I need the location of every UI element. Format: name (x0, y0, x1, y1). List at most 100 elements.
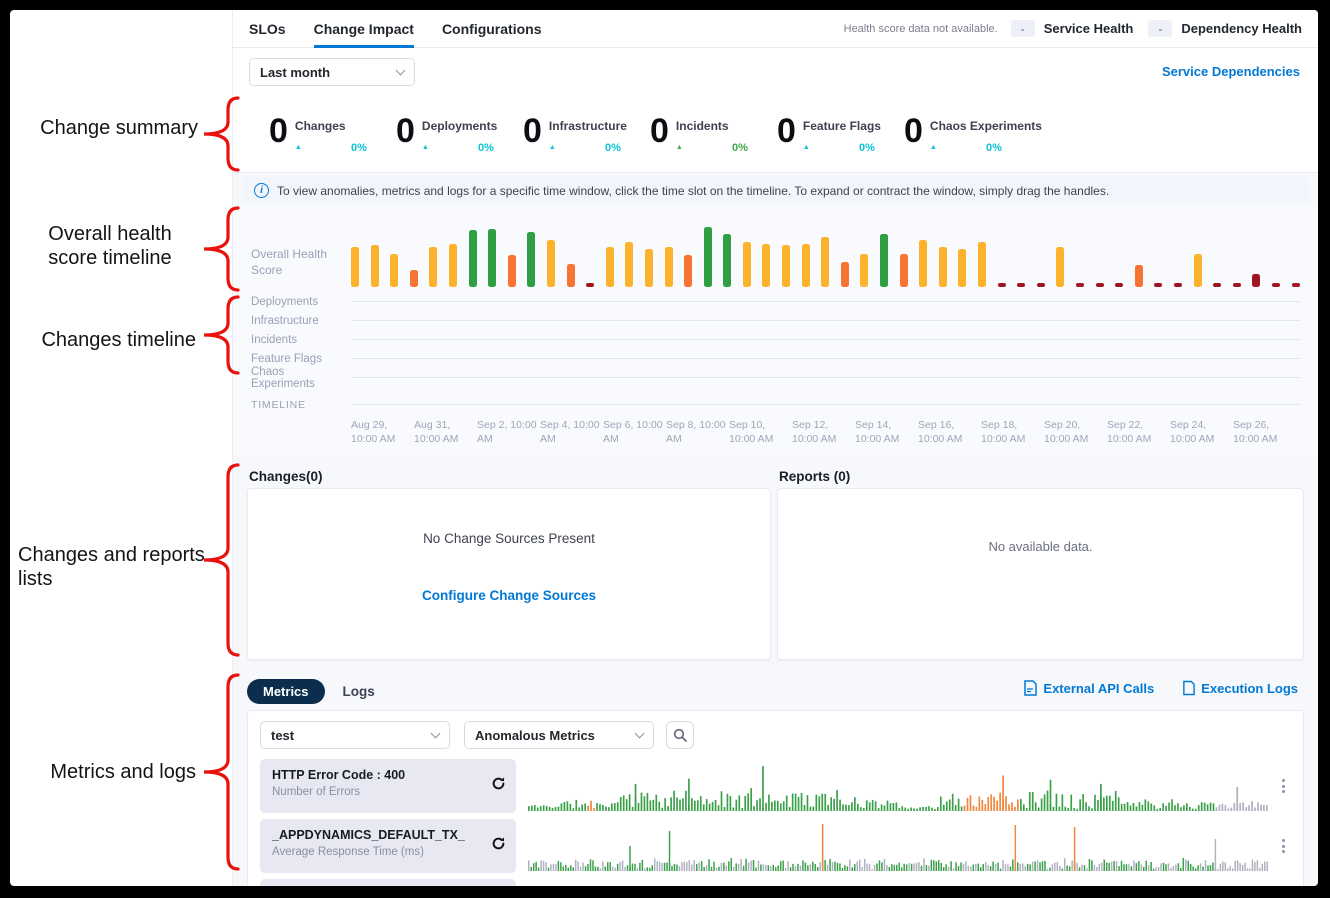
timeline-row-feature-flags[interactable]: Feature Flags (233, 349, 1318, 368)
health-score-bar[interactable] (958, 249, 966, 287)
info-icon: i (254, 183, 269, 198)
timeline-date-label: Sep 26, 10:00 AM (1233, 418, 1296, 446)
health-score-bar[interactable] (762, 244, 770, 287)
tab-configurations[interactable]: Configurations (442, 10, 542, 48)
health-score-bar[interactable] (1174, 283, 1182, 287)
tab-change-impact[interactable]: Change Impact (314, 10, 414, 48)
timeline-date-label: Aug 31, 10:00 AM (414, 418, 477, 446)
health-score-bar[interactable] (586, 283, 594, 287)
timeline-row-infrastructure[interactable]: Infrastructure (233, 311, 1318, 330)
row-track (351, 320, 1300, 321)
health-score-bar[interactable] (939, 247, 947, 287)
timeline-date-label: Sep 22, 10:00 AM (1107, 418, 1170, 446)
health-score-bar[interactable] (527, 232, 535, 287)
health-score-bar[interactable] (1037, 283, 1045, 287)
metric-tile[interactable]: _APPDYNAMICS_DEFAULT_TX_ Average Respons… (260, 819, 516, 873)
tab-metrics[interactable]: Metrics (247, 679, 325, 704)
health-score-bar[interactable] (802, 244, 810, 287)
health-score-bar[interactable] (978, 242, 986, 287)
summary-item-feature-flags: 0 Feature Flags ▲0% (777, 114, 904, 154)
health-score-bar[interactable] (900, 254, 908, 287)
configure-change-sources-link[interactable]: Configure Change Sources (422, 588, 596, 603)
health-score-bar[interactable] (1154, 283, 1162, 287)
search-button[interactable] (666, 721, 694, 749)
service-select[interactable]: test (260, 721, 450, 749)
health-score-bar[interactable] (1135, 265, 1143, 287)
row-menu-button[interactable] (1269, 819, 1297, 873)
health-score-bar[interactable] (665, 247, 673, 287)
health-score-bar[interactable] (606, 247, 614, 287)
summary-label: Infrastructure (549, 119, 627, 133)
health-score-bar[interactable] (782, 245, 790, 287)
health-score-bar[interactable] (410, 270, 418, 287)
health-score-bar[interactable] (488, 229, 496, 287)
change-summary-strip: 0 Changes ▲0% 0 Deployments ▲0% 0 Infras… (233, 95, 1318, 173)
health-score-bar[interactable] (704, 227, 712, 287)
metric-filter-value: Anomalous Metrics (475, 728, 595, 743)
timeline-row-deployments[interactable]: Deployments (233, 292, 1318, 311)
health-score-bar[interactable] (449, 244, 457, 287)
metric-sparkline-chart[interactable] (528, 819, 1269, 873)
row-menu-button[interactable] (1269, 759, 1297, 813)
timeline-row-chaos-experiments[interactable]: Chaos Experiments (233, 368, 1318, 387)
health-score-bar[interactable] (998, 283, 1006, 287)
health-score-bar[interactable] (508, 255, 516, 287)
annotation-line: Overall health (48, 223, 171, 245)
timeline-dates: Aug 29, 10:00 AMAug 31, 10:00 AMSep 2, 1… (351, 418, 1318, 446)
health-score-bar[interactable] (1252, 274, 1260, 287)
refresh-icon[interactable] (491, 836, 506, 856)
health-score-bar[interactable] (371, 245, 379, 287)
health-score-bar[interactable] (567, 264, 575, 287)
tab-slos[interactable]: SLOs (249, 10, 286, 48)
health-score-bar[interactable] (1292, 283, 1300, 287)
health-score-bar[interactable] (1194, 254, 1202, 287)
dependency-health-badge: - (1148, 20, 1172, 37)
health-score-bar[interactable] (880, 234, 888, 287)
metric-tile[interactable] (260, 879, 516, 886)
metric-filter-select[interactable]: Anomalous Metrics (464, 721, 654, 749)
changes-empty-card: No Change Sources Present Configure Chan… (247, 488, 771, 660)
health-score-bar[interactable] (860, 254, 868, 287)
health-score-bar[interactable] (841, 262, 849, 287)
health-score-bar[interactable] (547, 240, 555, 287)
service-select-value: test (271, 728, 294, 743)
health-score-bar[interactable] (645, 249, 653, 287)
external-api-calls-link[interactable]: External API Calls (1023, 680, 1154, 696)
health-score-bar[interactable] (625, 242, 633, 287)
health-score-bar[interactable] (351, 247, 359, 287)
health-score-bar[interactable] (684, 255, 692, 287)
health-score-bar[interactable] (1213, 283, 1221, 287)
health-score-bar[interactable] (1272, 283, 1280, 287)
trend-up-icon: ▲ (422, 144, 429, 151)
timeline-row-incidents[interactable]: Incidents (233, 330, 1318, 349)
health-score-bar[interactable] (1017, 283, 1025, 287)
top-tabbar: SLOs Change Impact Configurations Health… (233, 10, 1318, 48)
health-score-bar[interactable] (821, 237, 829, 287)
health-score-bars (351, 220, 1300, 287)
refresh-icon[interactable] (491, 776, 506, 796)
health-score-bar[interactable] (1233, 283, 1241, 287)
metric-tile[interactable]: HTTP Error Code : 400 Number of Errors (260, 759, 516, 813)
health-score-bar[interactable] (723, 234, 731, 287)
health-score-bar[interactable] (1056, 247, 1064, 287)
tab-logs[interactable]: Logs (343, 684, 375, 699)
timeline-section: Overall Health Score Deployments Infrast… (233, 206, 1318, 456)
health-score-bar[interactable] (919, 240, 927, 287)
health-score-bar[interactable] (1096, 283, 1104, 287)
health-score-bar[interactable] (743, 242, 751, 287)
row-menu-button (1269, 879, 1297, 886)
time-range-select[interactable]: Last month (249, 58, 415, 86)
health-score-bar[interactable] (429, 247, 437, 287)
health-score-bar[interactable] (469, 230, 477, 287)
service-dependencies-link[interactable]: Service Dependencies (1162, 64, 1300, 79)
metric-sparkline-chart[interactable] (528, 759, 1269, 813)
reports-panel-title: Reports (0) (779, 469, 850, 484)
summary-value: 0 (396, 114, 415, 154)
service-health-badge: - (1011, 20, 1035, 37)
health-score-bar[interactable] (390, 254, 398, 287)
health-score-bar[interactable] (1076, 283, 1084, 287)
summary-label: Changes (295, 119, 346, 133)
summary-value: 0 (269, 114, 288, 154)
health-score-bar[interactable] (1115, 283, 1123, 287)
execution-logs-link[interactable]: Execution Logs (1182, 680, 1298, 696)
